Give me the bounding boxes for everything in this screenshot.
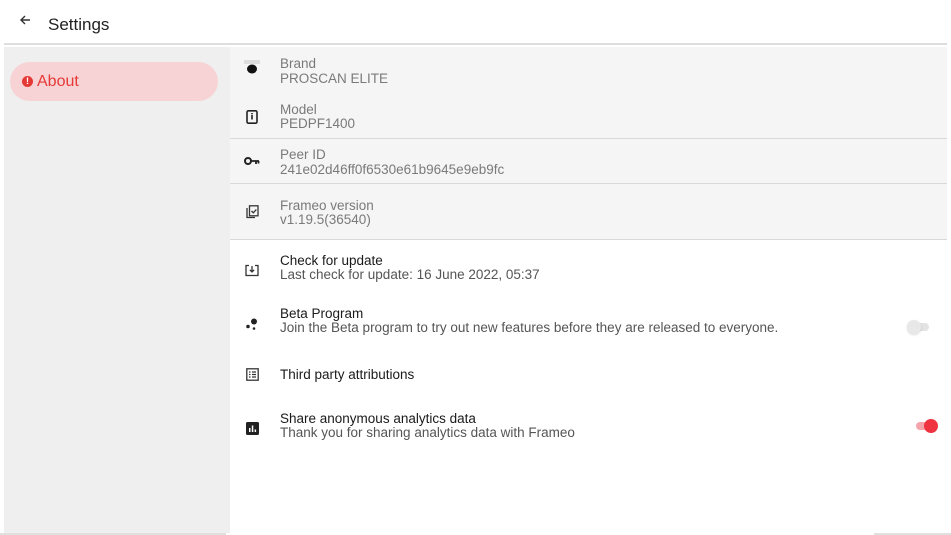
beta-program-label: Beta Program — [280, 306, 364, 321]
toggle-thumb — [907, 320, 921, 334]
brand-value: PROSCAN ELITE — [280, 71, 389, 86]
third-party-attributions-item[interactable]: Third party attributions — [230, 359, 947, 391]
beta-program-description: Join the Beta program to try out new fea… — [280, 320, 779, 335]
share-analytics-item[interactable]: Share anonymous analytics data Thank you… — [230, 404, 947, 454]
share-analytics-label: Share anonymous analytics data — [280, 411, 476, 426]
third-party-attributions-label: Third party attributions — [280, 367, 415, 382]
check-for-update-label: Check for update — [280, 253, 383, 268]
check-for-update-item[interactable]: Check for update Last check for update: … — [230, 240, 947, 292]
brand-logo-icon — [244, 60, 260, 76]
version-label: Frameo version — [280, 198, 374, 213]
peer-id-label: Peer ID — [280, 147, 326, 162]
sidebar-item-about[interactable]: ! About — [10, 62, 218, 101]
brand-label: Brand — [280, 56, 317, 71]
version-value: v1.19.5(36540) — [280, 212, 371, 227]
bubble-chart-icon — [244, 316, 260, 332]
model-value: PEDPF1400 — [280, 116, 356, 131]
model-label: Model — [280, 102, 317, 117]
beta-program-item[interactable]: Beta Program Join the Beta program to tr… — [230, 299, 947, 347]
peer-id-value: 241e02d46ff0f6530e61b9645e9eb9fc — [280, 162, 505, 177]
model-row: Model PEDPF1400 — [230, 92, 947, 137]
brand-row: Brand PROSCAN ELITE — [230, 47, 947, 92]
system-update-icon — [244, 262, 260, 278]
share-analytics-description: Thank you for sharing analytics data wit… — [280, 425, 575, 440]
sidebar-item-label: About — [37, 72, 79, 90]
list-alt-icon — [244, 366, 260, 382]
info-circle-icon: ! — [22, 76, 33, 87]
back-arrow-icon[interactable] — [14, 8, 36, 32]
device-info-icon — [244, 109, 260, 125]
copy-check-icon — [244, 204, 260, 220]
key-icon — [244, 153, 260, 169]
version-row: Frameo version v1.19.5(36540) — [230, 184, 947, 238]
top-app-bar: Settings — [4, 0, 947, 45]
sidebar: ! About — [4, 47, 230, 533]
peer-id-row: Peer ID 241e02d46ff0f6530e61b9645e9eb9fc — [230, 139, 947, 184]
about-panel: Brand PROSCAN ELITE Model PEDPF1400 Peer… — [230, 47, 947, 533]
page-title: Settings — [48, 15, 110, 34]
share-analytics-toggle[interactable] — [914, 419, 938, 433]
toggle-thumb — [924, 419, 938, 433]
analytics-icon — [244, 420, 260, 436]
last-check-text: Last check for update: 16 June 2022, 05:… — [280, 267, 540, 282]
device-info-section: Brand PROSCAN ELITE Model PEDPF1400 Peer… — [230, 47, 947, 239]
beta-program-toggle[interactable] — [907, 320, 931, 334]
